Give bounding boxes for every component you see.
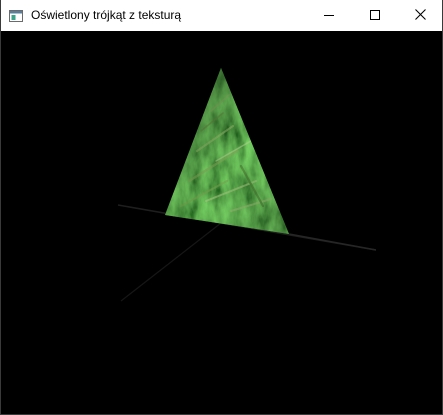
maximize-button[interactable] [352,0,398,31]
application-window-icon [9,9,23,22]
maximize-icon [370,7,380,25]
minimize-button[interactable] [306,0,352,31]
close-icon [414,7,426,25]
3d-scene [117,68,377,302]
axis-line-front [288,233,377,251]
window-title: Oświetlony trójkąt z teksturą [31,8,182,22]
title-bar[interactable]: Oświetlony trójkąt z teksturą [1,0,442,31]
minimize-icon [324,7,334,25]
app-window: Oświetlony trójkąt z teksturą [0,0,443,415]
render-viewport[interactable] [1,31,442,414]
axis-line-diagonal [120,222,222,302]
close-button[interactable] [397,0,442,31]
textured-triangle [165,68,289,234]
